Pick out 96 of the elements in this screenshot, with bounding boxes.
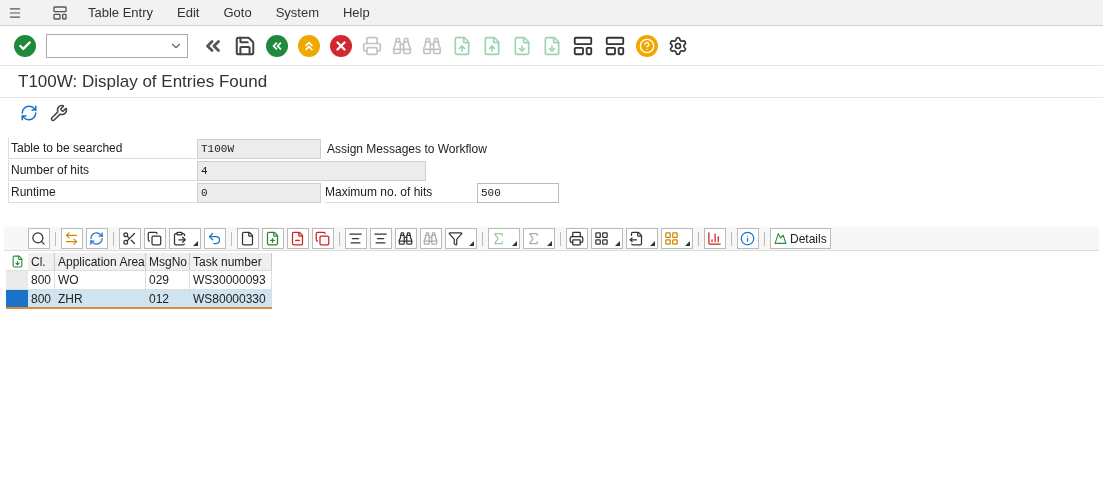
column-header[interactable]: Application Area	[55, 253, 146, 270]
dropdown-triangle-icon[interactable]	[512, 241, 517, 246]
menu-item[interactable]: Edit	[173, 2, 204, 23]
dropdown-triangle-icon[interactable]	[547, 241, 552, 246]
print-icon	[569, 231, 584, 246]
refresh-button[interactable]	[86, 228, 108, 249]
table-cell: WS80000330	[190, 290, 272, 307]
duplicate-row-icon	[315, 231, 330, 246]
field-label: Number of hits	[8, 160, 196, 181]
details-button[interactable]: Details	[770, 228, 831, 249]
info-button[interactable]	[737, 228, 759, 249]
paste-button[interactable]	[169, 228, 201, 249]
menu-item[interactable]: Help	[339, 2, 374, 23]
copy-icon	[147, 231, 162, 246]
new-row-icon	[240, 231, 255, 246]
field-label: Runtime	[8, 182, 196, 203]
refresh-button[interactable]	[20, 104, 38, 122]
new-session-button[interactable]	[572, 34, 594, 57]
find-next-icon	[423, 231, 438, 246]
swap-icon	[64, 231, 79, 246]
paste-icon	[172, 231, 187, 246]
layout-icon	[664, 231, 679, 246]
dropdown-triangle-icon[interactable]	[650, 241, 655, 246]
cancel-button[interactable]	[330, 34, 352, 57]
filter-button[interactable]	[445, 228, 477, 249]
export-icon	[629, 231, 644, 246]
export-button[interactable]	[626, 228, 658, 249]
print-button[interactable]	[566, 228, 588, 249]
filter-icon	[448, 231, 463, 246]
dropdown-triangle-icon[interactable]	[469, 241, 474, 246]
copy-button[interactable]	[144, 228, 166, 249]
undo-icon	[207, 231, 222, 246]
column-header[interactable]: Cl.	[28, 253, 55, 270]
menu-icon[interactable]	[8, 5, 22, 20]
menu-item[interactable]: System	[271, 2, 323, 23]
details-search-icon	[31, 231, 46, 246]
undo-button[interactable]	[204, 228, 226, 249]
screen-title: T100W: Display of Entries Found	[18, 70, 268, 93]
dropdown-triangle-icon[interactable]	[685, 241, 690, 246]
refresh-icon	[89, 231, 104, 246]
window-icon[interactable]	[52, 4, 68, 21]
checkmark-icon	[18, 38, 32, 53]
table-cell: WS30000093	[190, 271, 272, 289]
cut-button[interactable]	[119, 228, 141, 249]
dropdown-triangle-icon[interactable]	[615, 241, 620, 246]
sort-descending-icon	[373, 231, 388, 246]
table-cell: 800	[28, 271, 55, 289]
sort-ascending-button[interactable]	[345, 228, 367, 249]
info-icon	[740, 231, 755, 246]
graphic-button[interactable]	[704, 228, 726, 249]
details-search-button[interactable]	[28, 228, 50, 249]
table-row[interactable]: 800 WO 029 WS30000093	[6, 271, 272, 290]
max-hits-field[interactable]: 500	[477, 182, 559, 203]
table-cell: 800	[28, 290, 55, 307]
menu-item[interactable]: Table Entry	[84, 2, 158, 23]
table-cell: 029	[146, 271, 190, 289]
find-button[interactable]	[395, 228, 417, 249]
value-field: 0	[197, 182, 321, 203]
swap-button[interactable]	[61, 228, 83, 249]
table-row[interactable]: 800 ZHR 012 WS80000330	[6, 290, 272, 309]
table-cell: WO	[55, 271, 146, 289]
back-button[interactable]	[266, 34, 288, 57]
value-field: 4	[197, 160, 426, 181]
settings-button[interactable]	[668, 35, 688, 56]
tool-button[interactable]	[50, 104, 68, 122]
question-mark-icon	[639, 37, 655, 54]
enter-button[interactable]	[14, 34, 36, 57]
duplicate-row-button[interactable]	[312, 228, 334, 249]
save-button[interactable]	[234, 34, 256, 57]
view-button[interactable]	[591, 228, 623, 249]
table-cell: 012	[146, 290, 190, 307]
sort-ascending-icon	[348, 231, 363, 246]
delete-row-button[interactable]	[287, 228, 309, 249]
value-field: T100W	[197, 138, 321, 159]
insert-row-icon	[265, 231, 280, 246]
close-icon	[334, 38, 348, 53]
shortcut-button[interactable]	[604, 34, 626, 57]
find-icon	[398, 231, 413, 246]
subtotal-icon	[526, 231, 541, 246]
delete-row-icon	[290, 231, 305, 246]
dropdown-triangle-icon[interactable]	[193, 241, 198, 246]
insert-row-button[interactable]	[262, 228, 284, 249]
column-header[interactable]: MsgNo	[146, 253, 190, 270]
cut-icon	[122, 231, 137, 246]
graphic-icon	[707, 231, 722, 246]
sort-descending-button[interactable]	[370, 228, 392, 249]
table-description: Assign Messages to Workflow	[327, 140, 487, 158]
new-row-button[interactable]	[237, 228, 259, 249]
table-cell: ZHR	[55, 290, 146, 307]
menu-item[interactable]: Goto	[219, 2, 256, 23]
field-label: Table to be searched	[8, 138, 196, 159]
mountain-icon	[774, 232, 787, 245]
total-icon	[491, 231, 506, 246]
column-header[interactable]: Task number	[190, 253, 272, 270]
command-field[interactable]	[46, 33, 188, 58]
view-icon	[594, 231, 609, 246]
